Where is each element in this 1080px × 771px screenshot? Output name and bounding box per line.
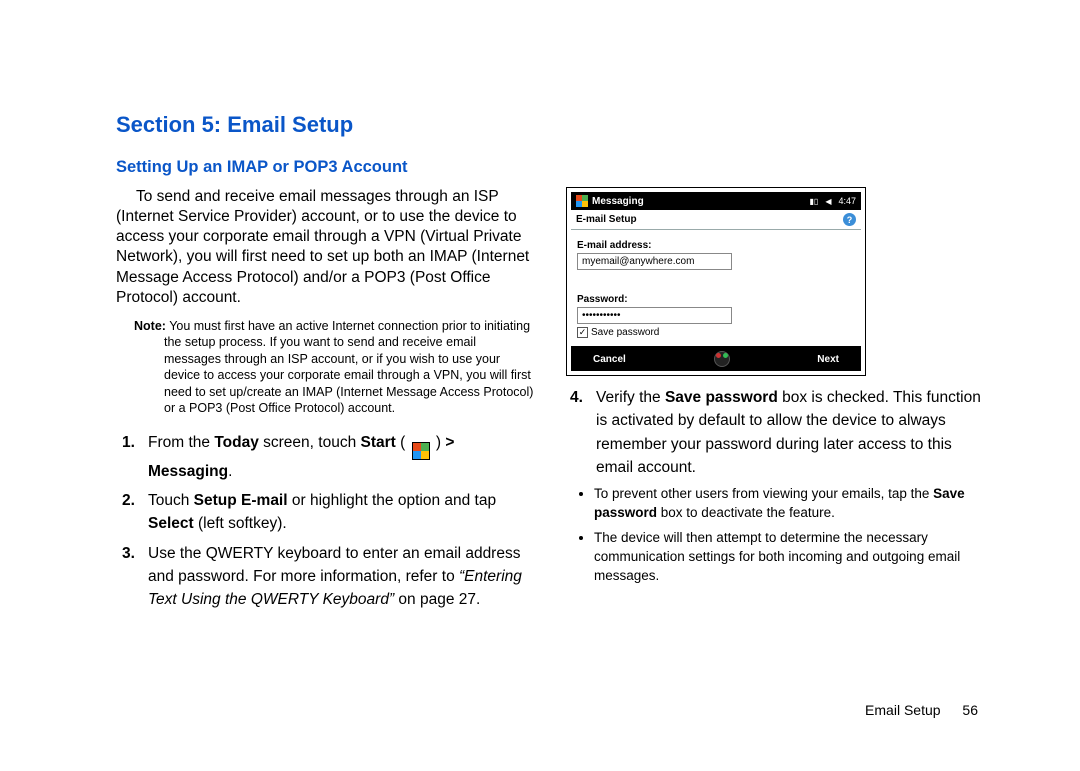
save-password-label: Save password [591,327,659,338]
shot-clock: 4:47 [838,196,856,206]
shot-app-title: Messaging [592,196,806,207]
bullet-1: To prevent other users from viewing your… [594,485,984,523]
step-2: Touch Setup E-mail or highlight the opti… [116,489,536,536]
note-label: Note: [134,319,166,333]
device-screenshot: Messaging ▮▯ ◀ 4:47 E-mail Setup ? E-mai… [566,187,866,376]
note-text: You must first have an active Internet c… [164,319,533,416]
center-button-icon[interactable] [714,351,730,367]
step-3: Use the QWERTY keyboard to enter an emai… [116,542,536,612]
note-block: Note: You must first have an active Inte… [116,318,536,417]
email-label: E-mail address: [577,240,855,251]
intro-paragraph: To send and receive email messages throu… [116,187,536,308]
bullet-2: The device will then attempt to determin… [594,529,984,586]
page-number: 56 [962,702,978,718]
password-label: Password: [577,294,855,305]
section-title: Section 5: Email Setup [116,112,985,138]
footer-label: Email Setup [865,702,940,718]
step-4: Verify the Save password box is checked.… [564,386,984,479]
windows-start-icon [412,442,430,460]
cancel-button[interactable]: Cancel [593,354,626,365]
password-input[interactable] [577,307,732,324]
speaker-icon: ◀ [825,197,831,206]
shot-subheader: E-mail Setup [576,214,637,225]
help-icon: ? [843,213,856,226]
save-password-checkbox[interactable]: ✓ [577,327,588,338]
step-1: From the Today screen, touch Start ( ) >… [116,431,536,483]
windows-flag-icon [576,195,588,207]
signal-icon: ▮▯ [810,197,819,206]
next-button[interactable]: Next [817,354,839,365]
email-input[interactable] [577,253,732,270]
sub-title: Setting Up an IMAP or POP3 Account [116,158,985,177]
page-footer: Email Setup 56 [865,702,978,718]
